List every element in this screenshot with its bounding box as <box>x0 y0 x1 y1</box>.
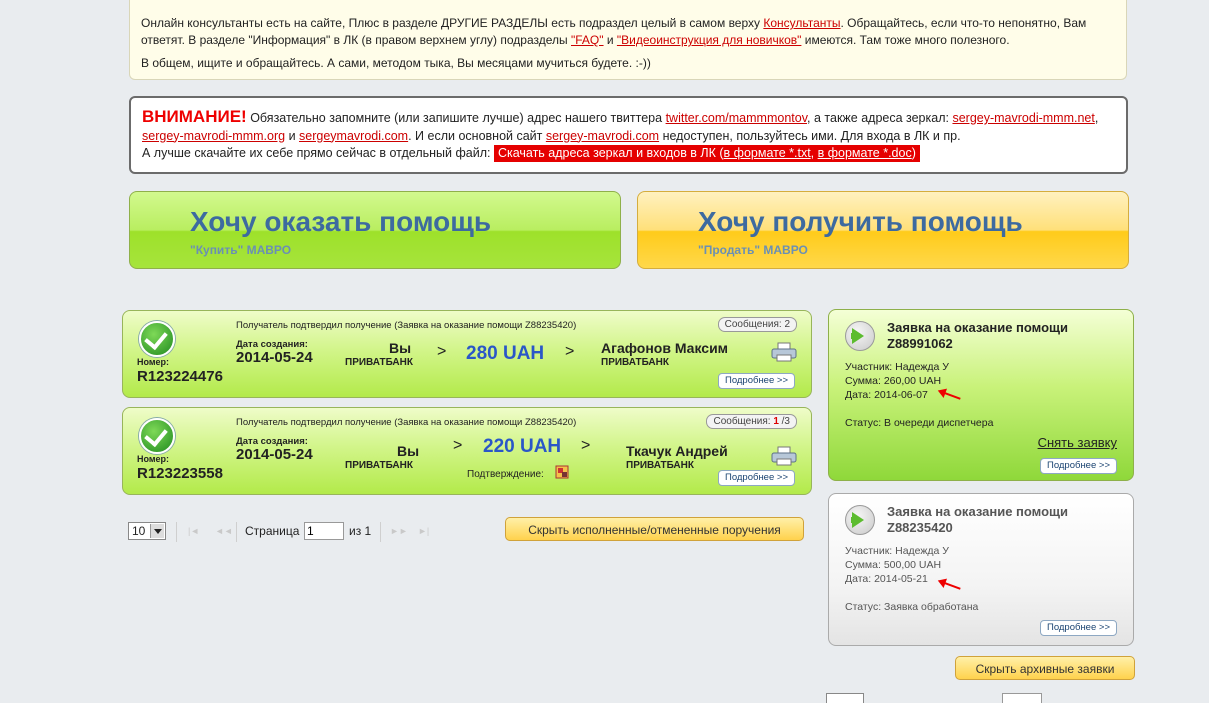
confirmation-label: Подтверждение: <box>467 469 544 480</box>
arrow-icon: > <box>565 343 575 360</box>
mirror-link-org[interactable]: sergey-mavrodi-mmm.org <box>142 129 285 143</box>
details-button[interactable]: Подробнее >> <box>717 373 795 389</box>
details-button[interactable]: Подробнее >> <box>717 470 795 486</box>
request-participant: Участник: Надежда У <box>845 545 949 557</box>
want-to-receive-subtitle: "Продать" МАВРО <box>698 243 808 257</box>
order-from: Вы <box>389 340 412 356</box>
cancel-request-link[interactable]: Снять заявку <box>1038 435 1117 450</box>
download-txt-link[interactable]: в формате *.txt <box>724 146 811 160</box>
request-title: Заявка на оказание помощи Z88235420 <box>887 504 1069 535</box>
request-card: Заявка на оказание помощи Z88235420 Учас… <box>828 493 1134 646</box>
bottom-pagination-cutoff <box>826 693 1156 703</box>
last-page-icon[interactable]: ►| <box>418 526 429 536</box>
order-recipient-bank: ПРИВАТБАНК <box>626 460 694 471</box>
want-to-help-title: Хочу оказать помощь <box>190 206 492 237</box>
chevron-down-icon <box>150 524 164 538</box>
order-card: Номер: R123223558 Получатель подтвердил … <box>122 407 812 495</box>
arrow-icon: > <box>437 343 447 360</box>
details-button[interactable]: Подробнее >> <box>1039 458 1117 474</box>
first-page-icon[interactable]: |◄ <box>188 526 199 536</box>
order-date: 2014-05-24 <box>236 349 313 366</box>
next-page-icon[interactable]: ►► <box>390 526 408 536</box>
info-line-3: В общем, ищите и обращайтесь. А сами, ме… <box>141 56 651 70</box>
video-guide-link[interactable]: "Видеоинструкция для новичков" <box>617 33 802 47</box>
page-label: Страница <box>245 524 300 538</box>
per-page-select[interactable]: 10 <box>128 522 166 540</box>
prev-page-icon[interactable]: ◄◄ <box>215 526 233 536</box>
request-title: Заявка на оказание помощи Z88991062 <box>887 320 1069 351</box>
info-box: Онлайн консультанты есть на сайте, Плюс … <box>129 0 1127 80</box>
want-to-receive-button[interactable]: Хочу получить помощь "Продать" МАВРО <box>637 191 1129 269</box>
want-to-help-button[interactable]: Хочу оказать помощь "Купить" МАВРО <box>129 191 621 269</box>
request-date: Дата: 2014-06-07 <box>845 389 928 401</box>
info-line-2: ответят. В разделе "Информация" в ЛК (в … <box>141 33 1010 47</box>
order-amount: 280 UAH <box>466 343 545 364</box>
arrow-right-icon <box>845 505 875 535</box>
arrow-icon: > <box>453 437 463 454</box>
checkmark-icon <box>139 418 175 454</box>
order-from-bank: ПРИВАТБАНК <box>345 357 413 368</box>
hide-archive-button[interactable]: Скрыть архивные заявки <box>955 656 1135 680</box>
order-status: Получатель подтвердил получение (Заявка … <box>236 417 577 428</box>
consultants-link[interactable]: Консультанты <box>763 16 840 30</box>
red-arrow-annotation <box>939 390 961 400</box>
page-total: из 1 <box>349 524 372 538</box>
arrow-right-icon <box>845 321 875 351</box>
checkmark-icon <box>139 321 175 357</box>
twitter-link[interactable]: twitter.com/mammmontov <box>666 111 807 125</box>
request-status: Статус: В очереди диспетчера <box>845 417 994 429</box>
attention-download-line: А лучше скачайте их себе прямо сейчас в … <box>142 145 1115 163</box>
order-date: 2014-05-24 <box>236 446 313 463</box>
mirror-link-net[interactable]: sergey-mavrodi-mmm.net <box>952 111 1094 125</box>
request-status: Статус: Заявка обработана <box>845 601 979 613</box>
order-from-bank: ПРИВАТБАНК <box>345 460 413 471</box>
attention-text: ВНИМАНИЕ! Обязательно запомните (или зап… <box>142 107 1099 143</box>
mirror-link-com[interactable]: sergeymavrodi.com <box>299 129 408 143</box>
confirmation-image-icon[interactable] <box>555 465 569 479</box>
order-recipient: Ткачук Андрей <box>626 443 728 459</box>
attention-box: ВНИМАНИЕ! Обязательно запомните (или зап… <box>129 96 1128 174</box>
request-date: Дата: 2014-05-21 <box>845 573 928 585</box>
request-sum: Сумма: 260,00 UAH <box>845 375 942 387</box>
order-status: Получатель подтвердил получение (Заявка … <box>236 320 577 331</box>
printer-icon[interactable] <box>771 342 797 362</box>
details-button[interactable]: Подробнее >> <box>1039 620 1117 636</box>
messages-button[interactable]: Сообщения: 2 <box>717 317 797 332</box>
page-number-input[interactable] <box>304 522 344 540</box>
red-arrow-annotation <box>939 580 961 590</box>
want-to-receive-title: Хочу получить помощь <box>698 206 1023 237</box>
request-participant: Участник: Надежда У <box>845 361 949 373</box>
order-from: Вы <box>397 443 420 459</box>
attention-label: ВНИМАНИЕ! <box>142 107 247 126</box>
order-recipient: Агафонов Максим <box>601 340 729 356</box>
messages-button[interactable]: Сообщения: 1 /3 <box>706 414 797 429</box>
pagination-bar: 10 |◄ ◄◄ Страница из 1 ►► ►| <box>128 522 429 542</box>
info-line-1: Онлайн консультанты есть на сайте, Плюс … <box>141 16 1087 30</box>
main-site-link[interactable]: sergey-mavrodi.com <box>546 129 659 143</box>
faq-link[interactable]: "FAQ" <box>571 33 604 47</box>
order-amount: 220 UAH <box>483 436 562 457</box>
download-mirrors-box: Скачать адреса зеркал и входов в ЛК (в ф… <box>493 145 920 162</box>
request-card: Заявка на оказание помощи Z88991062 Учас… <box>828 309 1134 481</box>
request-sum: Сумма: 500,00 UAH <box>845 559 942 571</box>
order-number: R123224476 <box>137 368 223 385</box>
hide-completed-button[interactable]: Скрыть исполненные/отмененные поручения <box>505 517 804 541</box>
printer-icon[interactable] <box>771 446 797 466</box>
order-recipient-bank: ПРИВАТБАНК <box>601 357 669 368</box>
order-number: R123223558 <box>137 465 223 482</box>
want-to-help-subtitle: "Купить" МАВРО <box>190 243 292 257</box>
order-card: Номер: R123224476 Получатель подтвердил … <box>122 310 812 398</box>
arrow-icon: > <box>581 437 591 454</box>
download-doc-link[interactable]: в формате *.doc <box>818 146 912 160</box>
